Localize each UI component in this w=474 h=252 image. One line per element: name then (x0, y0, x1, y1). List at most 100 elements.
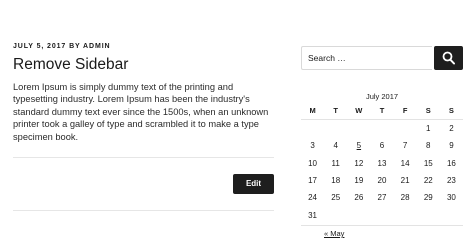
post-divider-bottom (13, 210, 274, 211)
calendar-day: 12 (347, 155, 370, 172)
calendar-day: 28 (394, 189, 417, 206)
calendar-week-row: 17 18 19 20 21 22 23 (301, 172, 463, 189)
weekday-header: F (393, 102, 417, 120)
calendar-empty-cell (347, 206, 370, 223)
calendar-day: 11 (324, 155, 347, 172)
post-excerpt: Lorem Ipsum is simply dummy text of the … (13, 82, 269, 142)
calendar-day-label: 9 (449, 141, 454, 151)
calendar-widget: July 2017 M T W T F S S 1 2 3 4 5 6 7 8 9 10 11 12 1… (301, 91, 463, 224)
weekday-header: T (370, 102, 394, 120)
calendar-day-label: 17 (308, 176, 318, 186)
calendar-day: 1 (417, 120, 440, 138)
calendar-day-link[interactable]: 5 (347, 137, 370, 154)
calendar-day-label: 30 (446, 193, 456, 203)
calendar-day-label: 16 (446, 158, 456, 168)
calendar-divider (301, 225, 463, 226)
calendar-empty-cell (324, 206, 347, 223)
calendar-day-label: 4 (333, 141, 338, 151)
calendar-day: 25 (324, 189, 347, 206)
calendar-day-label: 14 (400, 158, 410, 168)
search-input[interactable] (301, 46, 432, 70)
calendar-day-label: 7 (402, 141, 408, 151)
calendar-day: 30 (440, 189, 463, 206)
calendar-day: 7 (394, 137, 417, 154)
calendar-empty-cell (370, 206, 393, 223)
calendar-empty-cell (301, 120, 324, 138)
edit-button[interactable]: Edit (233, 174, 274, 194)
calendar-empty-cell (370, 120, 393, 138)
calendar-day: 6 (370, 137, 393, 154)
post-meta: July 5, 2017 by admin (13, 43, 111, 50)
calendar-day-label: 6 (379, 141, 385, 151)
calendar-empty-cell (440, 206, 463, 223)
calendar-day-label: 8 (426, 141, 431, 151)
calendar-empty-cell (394, 120, 417, 138)
calendar-caption: July 2017 (365, 92, 399, 101)
calendar-day-label: 24 (308, 193, 318, 203)
calendar-day: 29 (417, 189, 440, 206)
calendar-empty-cell (324, 120, 347, 138)
calendar-day-label: 20 (377, 176, 387, 186)
calendar-day-label: 27 (377, 193, 387, 203)
calendar-day: 20 (370, 172, 393, 189)
calendar-day-label: 21 (400, 176, 410, 186)
weekday-header: M (301, 102, 325, 120)
weekday-header: S (416, 102, 440, 120)
weekday-header: W (347, 102, 371, 120)
calendar-day: 8 (417, 137, 440, 154)
calendar-day-label: 31 (308, 210, 318, 220)
post-entry: July 5, 2017 by admin Remove Sidebar Lor… (13, 42, 275, 143)
calendar-empty-cell (417, 206, 440, 223)
calendar-day-label: 25 (331, 193, 341, 203)
calendar-day: 22 (417, 172, 440, 189)
calendar-day-label: 29 (423, 193, 433, 203)
calendar-empty-cell (394, 206, 417, 223)
calendar-day-label: 28 (400, 193, 410, 203)
calendar-day-label: 12 (354, 158, 364, 168)
calendar-day: 21 (394, 172, 417, 189)
calendar-day: 27 (370, 189, 393, 206)
calendar-day: 9 (440, 137, 463, 154)
calendar-day-label: 11 (331, 158, 340, 168)
calendar-day-label: 3 (310, 141, 315, 151)
calendar-week-row: 31 (301, 206, 463, 223)
calendar-day-label: 15 (423, 158, 433, 168)
post-title[interactable]: Remove Sidebar (13, 55, 275, 74)
calendar-empty-cell (347, 120, 370, 138)
weekday-header: S (439, 102, 463, 120)
post-divider-top (13, 157, 274, 158)
calendar-day: 18 (324, 172, 347, 189)
calendar-day: 24 (301, 189, 324, 206)
calendar-day-label: 19 (354, 176, 364, 186)
calendar-day-label: 26 (354, 193, 364, 203)
calendar-weekday-row: M T W T F S S (301, 102, 463, 120)
calendar-day: 4 (324, 137, 347, 154)
calendar-day-label: 1 (426, 124, 431, 134)
calendar-day: 19 (347, 172, 370, 189)
calendar-day: 23 (440, 172, 463, 189)
calendar-day-link-label[interactable]: 5 (357, 141, 361, 150)
calendar-day: 26 (347, 189, 370, 206)
calendar-week-row: 10 11 12 13 14 15 16 (301, 155, 463, 172)
calendar-day: 17 (301, 172, 324, 189)
calendar-week-row: 24 25 26 27 28 29 30 (301, 189, 463, 206)
calendar-day: 16 (440, 155, 463, 172)
calendar-day: 31 (301, 206, 324, 223)
calendar-week-row: 12 (301, 120, 463, 138)
calendar-day: 15 (417, 155, 440, 172)
calendar-day-label: 22 (423, 176, 433, 186)
calendar-week-row: 3 4 5 6 7 8 9 (301, 137, 463, 154)
calendar-day-label: 10 (308, 158, 318, 168)
calendar-prev-month-link[interactable]: « May (324, 229, 344, 239)
calendar-day-label: 2 (449, 124, 454, 134)
calendar-day: 3 (301, 137, 324, 154)
calendar-day: 13 (370, 155, 393, 172)
calendar-day: 14 (394, 155, 417, 172)
search-form (301, 46, 463, 70)
calendar-day-label: 13 (377, 158, 387, 168)
search-button[interactable] (434, 46, 463, 70)
calendar-day-label: 18 (331, 176, 341, 186)
search-icon (442, 51, 455, 65)
weekday-header: T (324, 102, 348, 120)
calendar-day: 10 (301, 155, 324, 172)
